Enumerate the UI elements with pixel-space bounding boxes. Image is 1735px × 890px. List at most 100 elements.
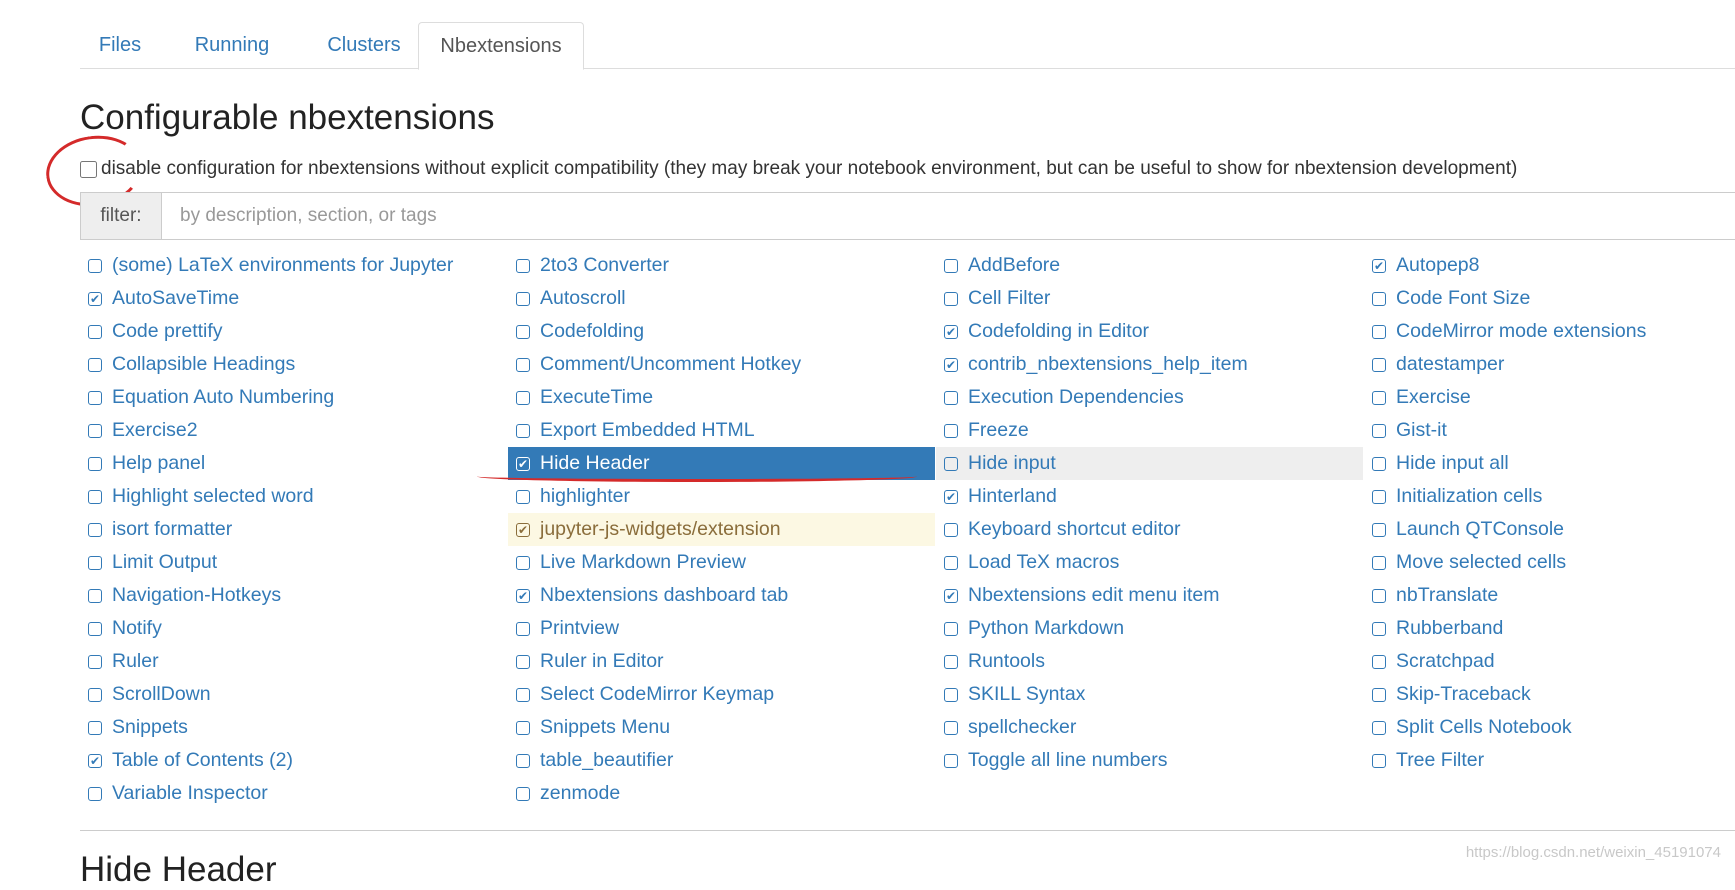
extension-item[interactable]: Hinterland [936,480,1363,513]
unchecked-box-icon[interactable] [944,654,958,669]
unchecked-box-icon[interactable] [516,291,530,306]
unchecked-box-icon[interactable] [516,555,530,570]
unchecked-box-icon[interactable] [1372,489,1386,504]
unchecked-box-icon[interactable] [88,489,102,504]
extension-item[interactable]: Freeze [936,414,1363,447]
extension-item[interactable]: Tree Filter [1364,744,1735,777]
unchecked-box-icon[interactable] [516,357,530,372]
tab-files[interactable]: Files [80,22,160,68]
extension-item[interactable]: Help panel [80,447,507,480]
unchecked-box-icon[interactable] [516,621,530,636]
extension-item[interactable]: spellchecker [936,711,1363,744]
extension-item[interactable]: Load TeX macros [936,546,1363,579]
unchecked-box-icon[interactable] [944,390,958,405]
unchecked-box-icon[interactable] [88,423,102,438]
tab-nbextensions[interactable]: Nbextensions [418,22,584,70]
unchecked-box-icon[interactable] [88,720,102,735]
unchecked-box-icon[interactable] [88,687,102,702]
extension-item[interactable]: Codefolding [508,315,935,348]
checked-box-icon[interactable] [944,588,958,603]
unchecked-box-icon[interactable] [516,720,530,735]
extension-item[interactable]: Limit Output [80,546,507,579]
unchecked-box-icon[interactable] [516,753,530,768]
extension-item[interactable]: Export Embedded HTML [508,414,935,447]
unchecked-box-icon[interactable] [1372,687,1386,702]
extension-item[interactable]: Gist-it [1364,414,1735,447]
extension-item[interactable]: Exercise2 [80,414,507,447]
extension-item[interactable]: 2to3 Converter [508,249,935,282]
extension-item[interactable]: Comment/Uncomment Hotkey [508,348,935,381]
unchecked-box-icon[interactable] [944,522,958,537]
unchecked-box-icon[interactable] [88,786,102,801]
unchecked-box-icon[interactable] [88,621,102,636]
extension-item[interactable]: Ruler [80,645,507,678]
extension-item[interactable]: Navigation-Hotkeys [80,579,507,612]
extension-item[interactable]: contrib_nbextensions_help_item [936,348,1363,381]
checked-box-icon[interactable] [88,291,102,306]
extension-item[interactable]: Toggle all line numbers [936,744,1363,777]
unchecked-box-icon[interactable] [516,258,530,273]
extension-item[interactable]: ExecuteTime [508,381,935,414]
extension-item[interactable]: Live Markdown Preview [508,546,935,579]
unchecked-box-icon[interactable] [88,390,102,405]
unchecked-box-icon[interactable] [88,522,102,537]
extension-item[interactable]: Variable Inspector [80,777,507,810]
unchecked-box-icon[interactable] [1372,324,1386,339]
unchecked-box-icon[interactable] [516,423,530,438]
extension-item[interactable]: Code Font Size [1364,282,1735,315]
checked-box-icon[interactable] [516,456,530,471]
checked-box-icon[interactable] [516,588,530,603]
unchecked-box-icon[interactable] [944,687,958,702]
extension-item[interactable]: isort formatter [80,513,507,546]
checked-box-icon[interactable] [944,324,958,339]
tab-running[interactable]: Running [172,22,292,68]
checked-box-icon[interactable] [1372,258,1386,273]
extension-item[interactable]: datestamper [1364,348,1735,381]
unchecked-box-icon[interactable] [88,258,102,273]
compat-option[interactable]: disable configuration for nbextensions w… [80,158,1517,180]
extension-item[interactable]: jupyter-js-widgets/extension [508,513,935,546]
extension-item[interactable]: Equation Auto Numbering [80,381,507,414]
unchecked-box-icon[interactable] [1372,588,1386,603]
unchecked-box-icon[interactable] [1372,357,1386,372]
extension-item[interactable]: AutoSaveTime [80,282,507,315]
unchecked-box-icon[interactable] [1372,621,1386,636]
unchecked-box-icon[interactable] [1372,423,1386,438]
unchecked-box-icon[interactable] [516,786,530,801]
extension-item[interactable]: Cell Filter [936,282,1363,315]
extension-item[interactable]: Notify [80,612,507,645]
extension-item[interactable]: Skip-Traceback [1364,678,1735,711]
extension-item[interactable]: Codefolding in Editor [936,315,1363,348]
extension-item[interactable]: Keyboard shortcut editor [936,513,1363,546]
extension-item[interactable]: Code prettify [80,315,507,348]
unchecked-box-icon[interactable] [516,324,530,339]
unchecked-box-icon[interactable] [944,720,958,735]
unchecked-box-icon[interactable] [1372,291,1386,306]
extension-item[interactable]: CodeMirror mode extensions [1364,315,1735,348]
unchecked-box-icon[interactable] [1372,555,1386,570]
extension-item[interactable]: Select CodeMirror Keymap [508,678,935,711]
unchecked-box-icon[interactable] [1372,753,1386,768]
extension-item[interactable]: Autoscroll [508,282,935,315]
extension-item[interactable]: Runtools [936,645,1363,678]
unchecked-box-icon[interactable] [88,654,102,669]
extension-item[interactable]: (some) LaTeX environments for Jupyter [80,249,507,282]
unchecked-box-icon[interactable] [944,555,958,570]
extension-item[interactable]: Nbextensions dashboard tab [508,579,935,612]
extension-item[interactable]: Exercise [1364,381,1735,414]
extension-item[interactable]: Split Cells Notebook [1364,711,1735,744]
unchecked-box-icon[interactable] [516,687,530,702]
checked-box-icon[interactable] [944,357,958,372]
unchecked-box-icon[interactable] [944,291,958,306]
checked-box-icon[interactable] [516,522,530,537]
extension-item[interactable]: Hide input [936,447,1363,480]
unchecked-box-icon[interactable] [1372,390,1386,405]
unchecked-box-icon[interactable] [88,588,102,603]
extension-item[interactable]: Initialization cells [1364,480,1735,513]
extension-item[interactable]: Rubberband [1364,612,1735,645]
unchecked-box-icon[interactable] [944,621,958,636]
extension-item[interactable]: Snippets Menu [508,711,935,744]
unchecked-box-icon[interactable] [944,423,958,438]
checked-box-icon[interactable] [88,753,102,768]
unchecked-box-icon[interactable] [88,357,102,372]
